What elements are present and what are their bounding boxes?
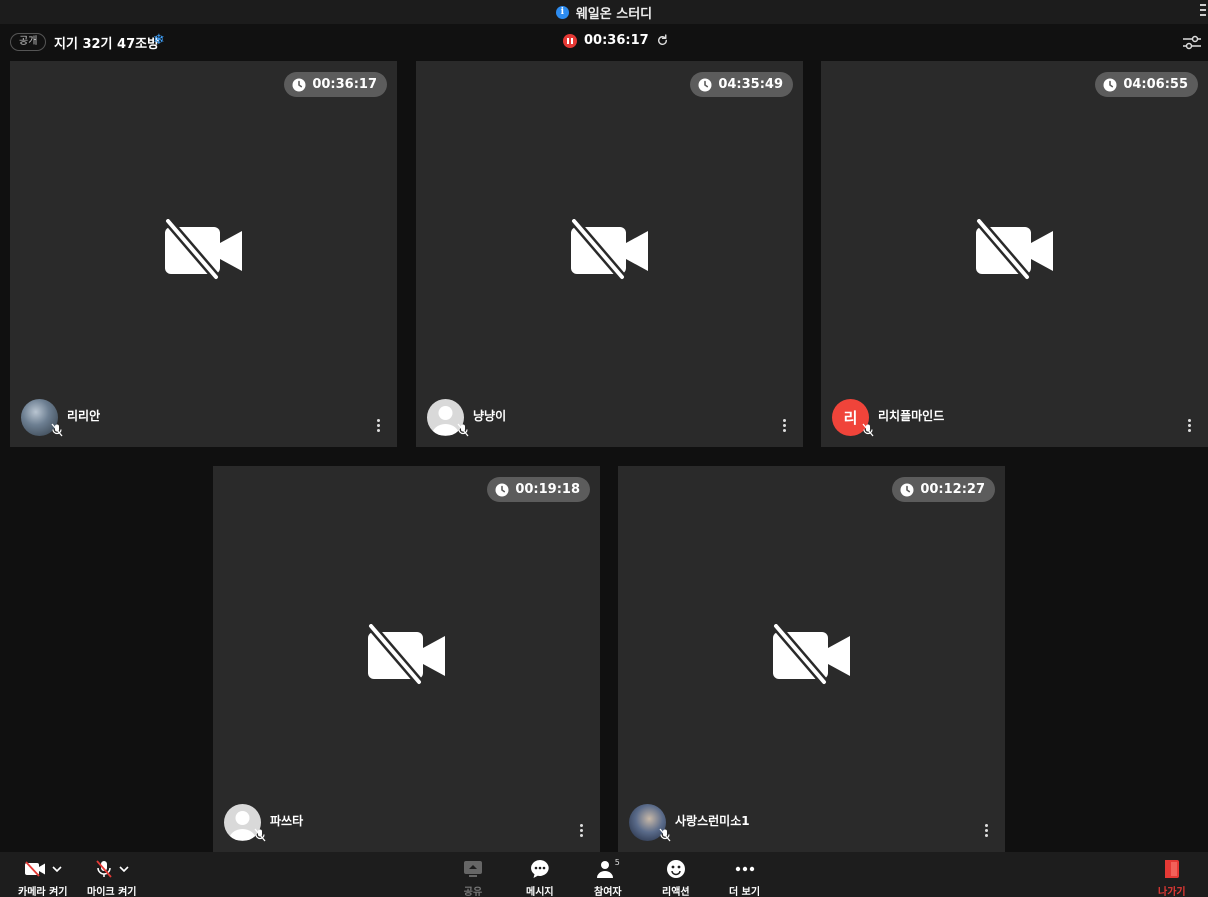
room-name: 지기 32기 47조방 — [54, 37, 160, 52]
tile-time-badge: 00:36:17 — [284, 72, 387, 97]
participant-time: 00:12:27 — [920, 482, 985, 497]
kebab-menu-icon[interactable] — [783, 419, 786, 434]
window-titlebar: i 웨일온 스터디 — [0, 0, 1208, 24]
kebab-menu-icon[interactable] — [377, 419, 380, 434]
avatar — [629, 804, 671, 842]
mic-muted-icon — [862, 423, 874, 437]
mic-muted-icon — [254, 828, 266, 842]
camera-off-icon — [975, 219, 1053, 280]
video-tile[interactable]: 04:35:49 냥냥이 — [416, 61, 803, 447]
clock-icon — [495, 483, 509, 496]
menu-icon[interactable] — [1200, 4, 1206, 17]
participant-info: 리 리치플마인드 — [832, 399, 945, 437]
participant-name: 파쓰타 — [270, 814, 304, 828]
leave-label: 나가기 — [1158, 887, 1186, 897]
video-tile[interactable]: 04:06:55 리 리치플마인드 — [821, 61, 1208, 447]
meeting-toolbar: 카메라 켜기 마이크 켜기 공유 메시지 5 참여자 리액션 더 보기 나가기 — [0, 852, 1208, 897]
participant-time: 04:06:55 — [1123, 77, 1188, 92]
participant-info: 리리안 — [21, 399, 101, 437]
more-button[interactable]: 더 보기 — [729, 858, 760, 897]
more-dots-icon — [735, 866, 754, 872]
room-elapsed-time: 00:36:17 — [584, 33, 649, 48]
camera-off-icon — [570, 219, 648, 280]
refresh-icon[interactable] — [656, 34, 669, 47]
person-icon — [596, 861, 613, 878]
participant-time: 00:36:17 — [312, 77, 377, 92]
camera-toggle-button[interactable]: 카메라 켜기 — [18, 858, 67, 897]
camera-off-icon — [164, 219, 242, 280]
camera-off-icon — [772, 624, 850, 685]
video-tile[interactable]: 00:12:27 사랑스런미소1 — [618, 466, 1005, 852]
reaction-label: 리액션 — [662, 887, 690, 897]
visibility-badge: 공개 — [10, 33, 47, 51]
message-label: 메시지 — [526, 887, 554, 897]
clock-icon — [698, 78, 712, 91]
participant-time: 04:35:49 — [718, 77, 783, 92]
tile-time-badge: 04:06:55 — [1095, 72, 1198, 97]
share-label: 공유 — [463, 887, 483, 897]
clock-icon — [900, 483, 914, 496]
video-tile[interactable]: 00:36:17 리리안 — [10, 61, 397, 447]
kebab-menu-icon[interactable] — [1188, 419, 1191, 434]
chevron-down-icon[interactable] — [119, 866, 129, 872]
participant-name: 리치플마인드 — [878, 409, 945, 423]
camera-toggle-label: 카메라 켜기 — [18, 887, 68, 897]
tile-time-badge: 00:19:18 — [487, 477, 590, 502]
screen-share-icon — [464, 861, 482, 877]
avatar — [21, 399, 63, 437]
mic-muted-icon — [659, 828, 671, 842]
clock-icon — [1103, 78, 1117, 91]
tile-time-badge: 04:35:49 — [690, 72, 793, 97]
pause-icon[interactable] — [563, 33, 577, 48]
mic-muted-icon — [457, 423, 469, 437]
participant-info: 파쓰타 — [224, 804, 304, 842]
mic-toggle-label: 마이크 켜기 — [87, 887, 137, 897]
kebab-menu-icon[interactable] — [985, 824, 988, 839]
avatar: 리 — [832, 399, 874, 437]
participants-label: 참여자 — [594, 887, 622, 897]
mic-muted-icon — [51, 423, 63, 437]
video-tile[interactable]: 00:19:18 파쓰타 — [213, 466, 600, 852]
chevron-down-icon[interactable] — [52, 866, 62, 872]
layout-settings-icon[interactable] — [1182, 34, 1202, 51]
more-label: 더 보기 — [729, 887, 761, 897]
smiley-icon — [666, 860, 685, 878]
camera-off-icon — [24, 861, 45, 877]
clock-icon — [292, 78, 306, 91]
room-timer: 00:36:17 — [563, 33, 669, 48]
snowflake-icon: ❄ — [153, 32, 165, 48]
mic-toggle-button[interactable]: 마이크 켜기 — [87, 858, 136, 897]
window-title: 웨일온 스터디 — [575, 6, 653, 22]
avatar — [224, 804, 266, 842]
leave-button[interactable]: 나가기 — [1158, 858, 1186, 897]
chat-bubble-icon — [530, 860, 549, 878]
info-icon[interactable]: i — [555, 5, 569, 19]
participant-name: 리리안 — [67, 409, 101, 423]
room-header: 공개 지기 32기 47조방 ❄ 00:36:17 — [0, 24, 1208, 60]
exit-door-icon — [1164, 860, 1179, 878]
participant-info: 사랑스런미소1 — [629, 804, 750, 842]
participant-info: 냥냥이 — [427, 399, 507, 437]
participant-name: 냥냥이 — [473, 409, 507, 423]
share-button[interactable]: 공유 — [462, 858, 484, 897]
participant-time: 00:19:18 — [515, 482, 580, 497]
message-button[interactable]: 메시지 — [526, 858, 554, 897]
tile-time-badge: 00:12:27 — [892, 477, 995, 502]
mic-off-icon — [96, 860, 112, 878]
camera-off-icon — [367, 624, 445, 685]
participant-count: 5 — [614, 857, 620, 867]
kebab-menu-icon[interactable] — [580, 824, 583, 839]
avatar — [427, 399, 469, 437]
participant-name: 사랑스런미소1 — [675, 814, 750, 828]
reaction-button[interactable]: 리액션 — [662, 858, 690, 897]
participants-button[interactable]: 5 참여자 — [594, 858, 622, 897]
